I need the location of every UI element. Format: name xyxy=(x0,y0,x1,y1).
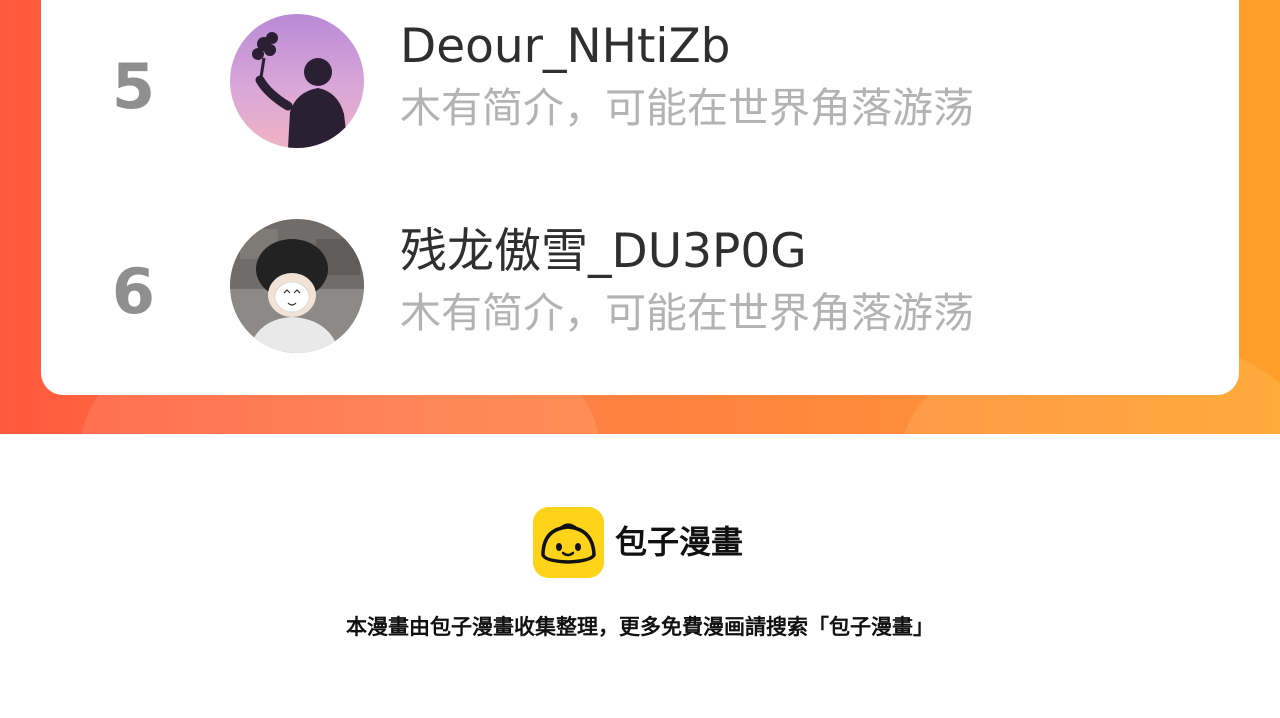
bun-mascot-icon xyxy=(533,507,604,578)
username[interactable]: 残龙傲雪_DU3P0G xyxy=(400,225,807,279)
footer-notice: 本漫畫由包子漫畫收集整理，更多免費漫画請搜索「包子漫畫」 xyxy=(346,615,934,639)
page: 5 Deour_NHtiZb 木有简介，可能在世界角落游荡 6 残龙傲雪_DU3… xyxy=(0,0,1280,718)
person-silhouette-sunset-avatar[interactable] xyxy=(230,14,364,148)
rank-number: 6 xyxy=(111,255,156,328)
person-portrait-avatar[interactable] xyxy=(230,219,364,353)
user-bio: 木有简介，可能在世界角落游荡 xyxy=(400,84,974,132)
ranking-row[interactable]: 5 Deour_NHtiZb 木有简介，可能在世界角落游荡 xyxy=(41,14,1239,154)
username[interactable]: Deour_NHtiZb xyxy=(400,20,731,74)
rank-number: 5 xyxy=(111,50,156,123)
brand-name: 包子漫畫 xyxy=(615,523,744,561)
ranking-row[interactable]: 6 残龙傲雪_DU3P0G 木有简介，可能在世界角落游荡 xyxy=(41,219,1239,359)
user-bio: 木有简介，可能在世界角落游荡 xyxy=(400,289,974,337)
ranking-card: 5 Deour_NHtiZb 木有简介，可能在世界角落游荡 6 残龙傲雪_DU3… xyxy=(41,0,1239,395)
ranking-banner: 5 Deour_NHtiZb 木有简介，可能在世界角落游荡 6 残龙傲雪_DU3… xyxy=(0,0,1280,434)
